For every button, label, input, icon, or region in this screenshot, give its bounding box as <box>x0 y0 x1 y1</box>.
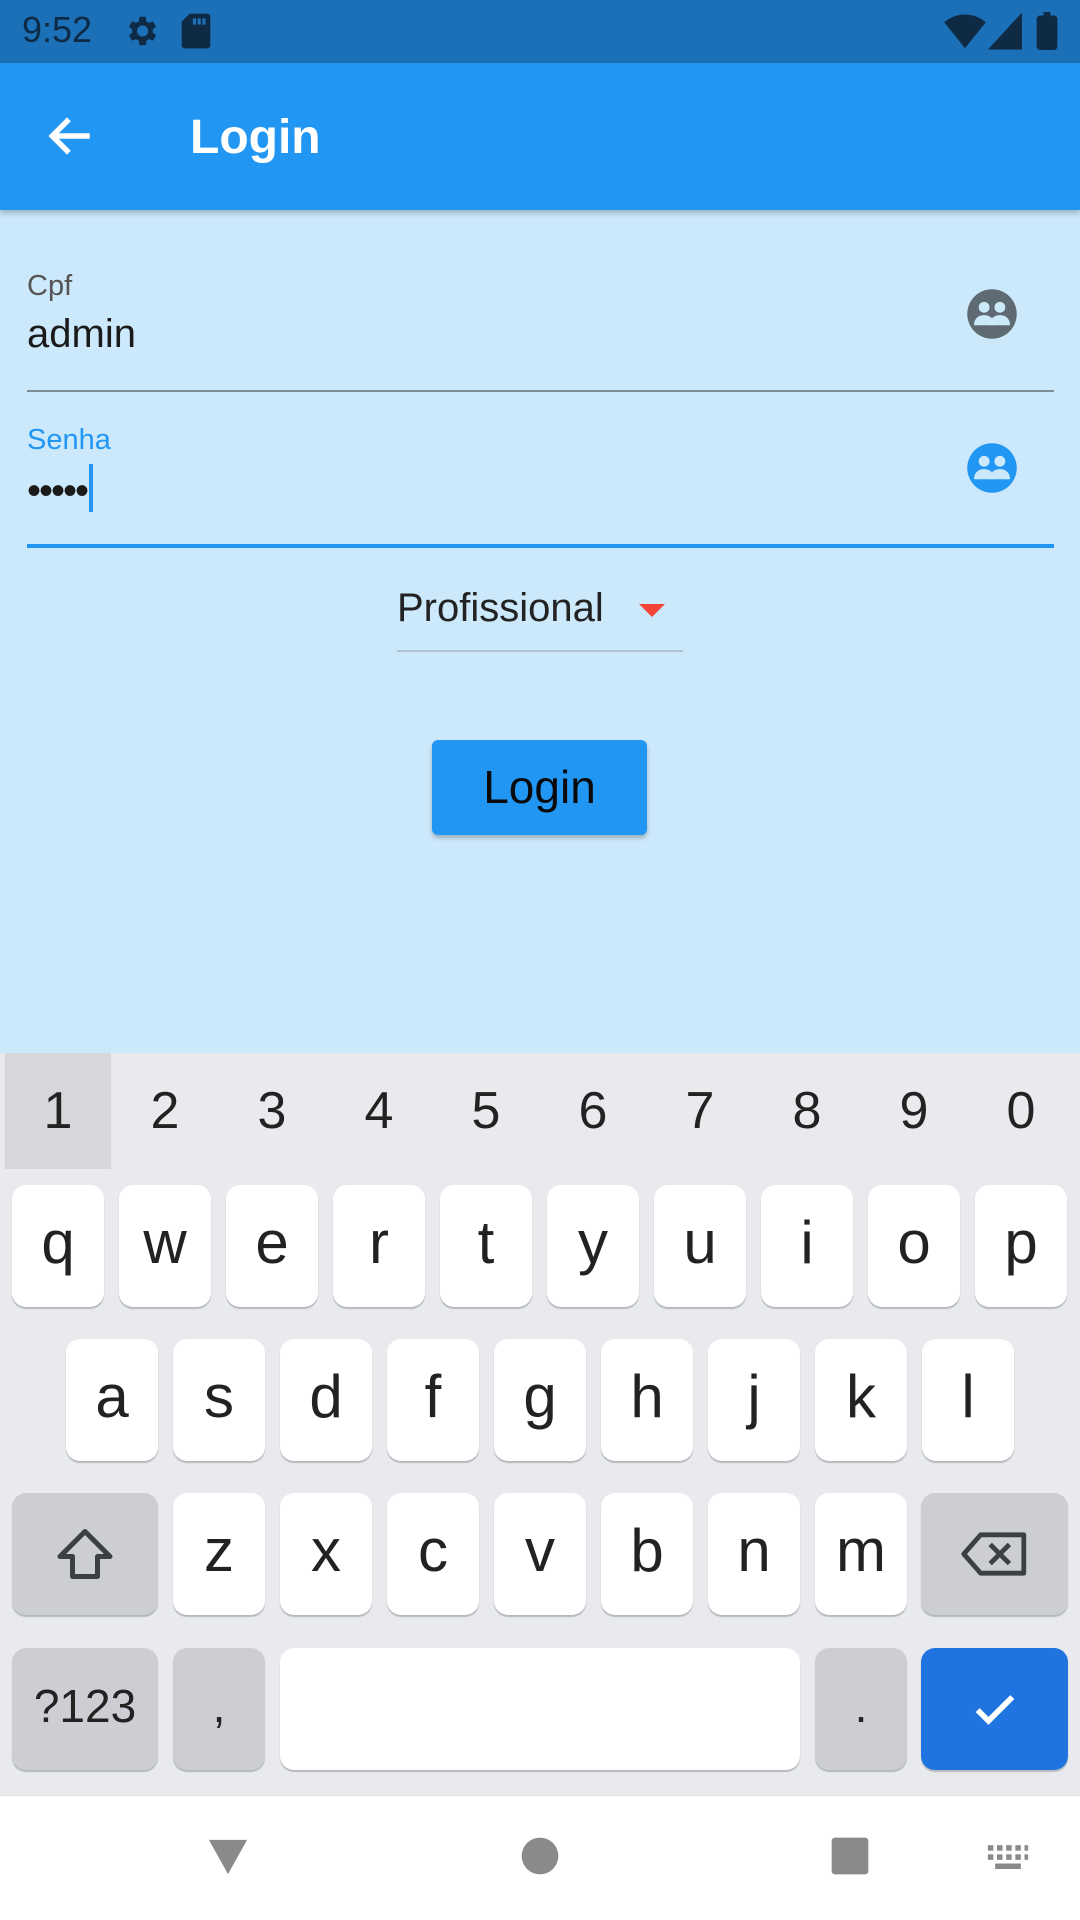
key-u[interactable]: u <box>654 1185 746 1307</box>
dropdown-underline <box>397 650 683 652</box>
cpf-label: Cpf <box>27 270 73 302</box>
signal-icon <box>988 12 1022 55</box>
key-f[interactable]: f <box>387 1339 479 1461</box>
home-circle-icon[interactable] <box>520 1836 560 1881</box>
cpf-underline <box>27 390 1054 392</box>
key-5[interactable]: 5 <box>433 1053 539 1169</box>
key-3[interactable]: 3 <box>219 1053 325 1169</box>
key-v[interactable]: v <box>494 1493 586 1615</box>
people-icon <box>965 287 1019 341</box>
key-d[interactable]: d <box>280 1339 372 1461</box>
key-k[interactable]: k <box>815 1339 907 1461</box>
password-underline <box>27 544 1054 548</box>
sd-card-icon <box>180 12 212 55</box>
app-bar: Login <box>0 63 1080 210</box>
key-0[interactable]: 0 <box>968 1053 1074 1169</box>
key-q[interactable]: q <box>12 1185 104 1307</box>
space-bar[interactable] <box>280 1648 800 1770</box>
key-g[interactable]: g <box>494 1339 586 1461</box>
login-button[interactable]: Login <box>432 740 647 835</box>
profile-dropdown[interactable]: Profissional <box>397 580 683 652</box>
navigation-bar <box>0 1795 1080 1920</box>
password-label: Senha <box>27 424 111 456</box>
backspace-icon <box>960 1532 1026 1576</box>
wifi-icon <box>944 12 986 55</box>
text-caret <box>89 464 94 512</box>
password-field[interactable]: Senha ••••• <box>27 422 1054 550</box>
gear-icon <box>122 12 160 55</box>
key-j[interactable]: j <box>708 1339 800 1461</box>
key-y[interactable]: y <box>547 1185 639 1307</box>
key-1[interactable]: 1 <box>5 1053 111 1169</box>
status-bar: 9:52 <box>0 0 1080 63</box>
battery-icon <box>1036 12 1058 55</box>
key-7[interactable]: 7 <box>647 1053 753 1169</box>
key-p[interactable]: p <box>975 1185 1067 1307</box>
key-o[interactable]: o <box>868 1185 960 1307</box>
key-8[interactable]: 8 <box>754 1053 860 1169</box>
enter-key[interactable] <box>921 1648 1068 1770</box>
recents-square-icon[interactable] <box>830 1836 870 1881</box>
shift-key[interactable] <box>12 1493 158 1615</box>
key-4[interactable]: 4 <box>326 1053 432 1169</box>
key-n[interactable]: n <box>708 1493 800 1615</box>
key-6[interactable]: 6 <box>540 1053 646 1169</box>
symbols-key[interactable]: ?123 <box>12 1648 158 1770</box>
password-dots: ••••• <box>27 469 89 513</box>
key-w[interactable]: w <box>119 1185 211 1307</box>
key-i[interactable]: i <box>761 1185 853 1307</box>
dropdown-arrow-icon <box>639 604 665 617</box>
key-x[interactable]: x <box>280 1493 372 1615</box>
key-m[interactable]: m <box>815 1493 907 1615</box>
key-h[interactable]: h <box>601 1339 693 1461</box>
page-title: Login <box>190 111 321 164</box>
key-r[interactable]: r <box>333 1185 425 1307</box>
key-t[interactable]: t <box>440 1185 532 1307</box>
shift-icon <box>57 1529 113 1579</box>
people-icon <box>965 441 1019 495</box>
key-e[interactable]: e <box>226 1185 318 1307</box>
arrow-back-icon[interactable] <box>46 111 96 161</box>
cpf-value[interactable]: admin <box>27 312 136 357</box>
key-c[interactable]: c <box>387 1493 479 1615</box>
key-a[interactable]: a <box>66 1339 158 1461</box>
status-time: 9:52 <box>22 9 93 50</box>
cpf-field[interactable]: Cpf admin <box>27 268 1054 394</box>
key-l[interactable]: l <box>922 1339 1014 1461</box>
back-triangle-icon[interactable] <box>205 1836 251 1883</box>
key-s[interactable]: s <box>173 1339 265 1461</box>
period-key[interactable]: . <box>815 1648 907 1770</box>
profile-dropdown-value: Profissional <box>397 586 604 630</box>
password-value[interactable]: ••••• <box>27 464 94 514</box>
comma-key[interactable]: , <box>173 1648 265 1770</box>
check-icon <box>975 1695 1014 1725</box>
soft-keyboard: 1 2 3 4 5 6 7 8 9 0 q w e r t y u i o p … <box>0 1053 1080 1795</box>
keyboard-switch-icon[interactable] <box>986 1842 1030 1879</box>
number-row: 1 2 3 4 5 6 7 8 9 0 <box>0 1053 1080 1169</box>
key-2[interactable]: 2 <box>112 1053 218 1169</box>
backspace-key[interactable] <box>921 1493 1068 1615</box>
key-9[interactable]: 9 <box>861 1053 967 1169</box>
key-z[interactable]: z <box>173 1493 265 1615</box>
key-b[interactable]: b <box>601 1493 693 1615</box>
